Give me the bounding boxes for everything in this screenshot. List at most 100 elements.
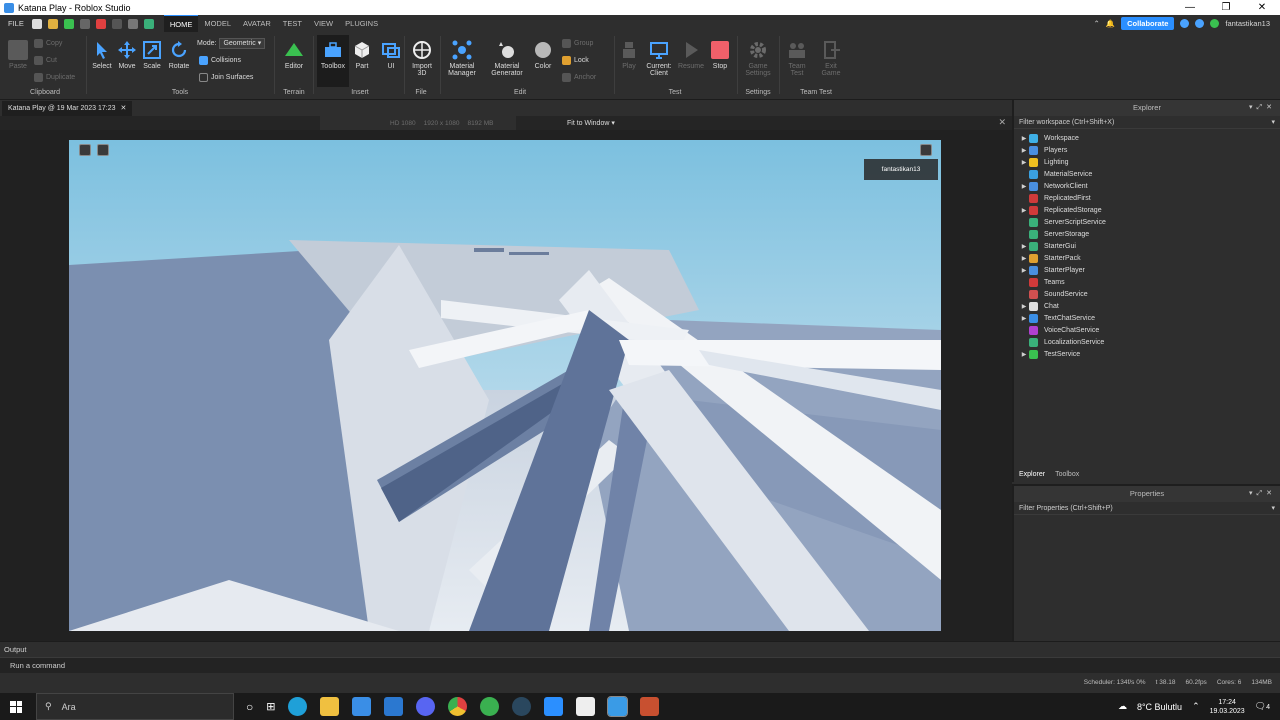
toolbox-button[interactable]: Toolbox [317,35,349,87]
rotate-button[interactable]: Rotate [167,40,191,70]
undo-icon[interactable] [111,18,122,29]
more-options-icon[interactable] [920,144,932,156]
clock[interactable]: 17:24 19.03.2023 [1210,698,1245,716]
properties-filter-input[interactable]: Filter Properties (Ctrl+Shift+P) ▾ [1014,502,1280,515]
tab-model[interactable]: MODEL [198,15,237,32]
explorer-item[interactable]: ▶ Chat [1014,300,1280,312]
explorer-item[interactable]: ReplicatedFirst [1014,192,1280,204]
explorer-item[interactable]: ▶ TextChatService [1014,312,1280,324]
terrain-icon[interactable] [143,18,154,29]
chevron-down-icon[interactable]: ▾ [1271,502,1275,515]
copy-button[interactable]: Copy [34,39,62,48]
anchor-button[interactable]: Anchor [562,73,596,82]
notifications-bell-icon[interactable]: 🔔 [1106,19,1115,28]
import-3d-button[interactable]: Import 3D [407,40,437,77]
weather-cloud-icon[interactable]: ☁ [1118,701,1127,712]
move-button[interactable]: Move [115,40,139,70]
chat-toggle-icon[interactable] [97,144,109,156]
explorer-item[interactable]: MaterialService [1014,168,1280,180]
tab-toolbox[interactable]: Toolbox [1050,467,1084,482]
tab-plugins[interactable]: PLUGINS [339,15,384,32]
terrain-editor-button[interactable]: Editor [280,40,308,70]
panel-controls[interactable]: ▾⤢✕ [1249,100,1276,116]
explorer-item[interactable]: ▶ ReplicatedStorage [1014,204,1280,216]
expand-arrow-icon[interactable]: ▶ [1019,255,1029,262]
chevron-down-icon[interactable]: ▾ [1271,116,1275,129]
tab-explorer[interactable]: Explorer [1014,467,1050,482]
current-client-button[interactable]: Current: Client [642,40,676,77]
ui-button[interactable]: UI [379,40,403,70]
redo-icon[interactable] [79,18,90,29]
publish-icon[interactable] [63,18,74,29]
cloud-icon[interactable] [1195,19,1205,28]
file-menu[interactable]: FILE [0,19,32,28]
game-viewport[interactable]: fantastikan13 [69,140,941,631]
expand-arrow-icon[interactable]: ▶ [1019,159,1029,166]
stop-button[interactable]: Stop [708,40,732,70]
explorer-item[interactable]: ServerScriptService [1014,216,1280,228]
expand-arrow-icon[interactable]: ▶ [1019,135,1029,142]
explorer-item[interactable]: ▶ StarterPack [1014,252,1280,264]
explorer-item[interactable]: ▶ StarterGui [1014,240,1280,252]
widgets-icon[interactable]: ⊞ [266,700,275,713]
username-label[interactable]: fantastikan13 [1225,19,1270,28]
mail-icon[interactable] [384,697,404,716]
cut-button[interactable]: Cut [34,56,57,65]
part-button[interactable]: Part [350,40,374,70]
explorer-filter-input[interactable]: Filter workspace (Ctrl+Shift+X) ▾ [1014,116,1280,129]
scale-button[interactable]: Scale [140,40,164,70]
group-button[interactable]: Group [562,39,593,48]
task-view-icon[interactable]: ○ [246,700,253,714]
capcut-icon[interactable] [576,697,596,716]
weather-label[interactable]: 8°C Bulutlu [1137,702,1182,712]
collaborate-button[interactable]: Collaborate [1121,17,1175,30]
exit-game-button[interactable]: Exit Game [818,40,844,77]
join-surfaces-toggle[interactable]: Join Surfaces [199,73,253,82]
output-panel-header[interactable]: Output [0,641,1280,657]
discord-icon[interactable] [416,697,436,716]
taskbar-search-input[interactable]: ⚲ Ara [36,693,234,720]
microsoft-store-icon[interactable] [352,697,372,716]
material-manager-button[interactable]: Material Manager [443,40,481,77]
info-icon[interactable] [1180,19,1190,28]
explorer-item[interactable]: ▶ NetworkClient [1014,180,1280,192]
mode-dropdown[interactable]: Geometric ▾ [219,38,266,49]
tab-test[interactable]: TEST [277,15,308,32]
tab-katana-play[interactable]: Katana Play @ 19 Mar 2023 17:23 ✕ [2,101,133,116]
close-viewport-icon[interactable]: ✕ [998,117,1006,128]
expand-arrow-icon[interactable]: ▶ [1019,303,1029,310]
fit-to-window-dropdown[interactable]: Fit to Window ▾ [567,119,615,127]
color-button[interactable]: Color [531,40,555,70]
explorer-item[interactable]: VoiceChatService [1014,324,1280,336]
tray-chevron-icon[interactable]: ⌃ [1192,701,1200,712]
xbox-icon[interactable] [480,697,500,716]
explorer-item[interactable]: ▶ Workspace [1014,132,1280,144]
panel-controls[interactable]: ▾⤢✕ [1249,486,1276,502]
command-bar-input[interactable]: Run a command [0,657,1280,673]
explorer-item[interactable]: ▶ Lighting [1014,156,1280,168]
roblox-studio-taskbar-icon[interactable] [607,696,629,717]
explorer-item[interactable]: ▶ StarterPlayer [1014,264,1280,276]
close-tab-icon[interactable]: ✕ [121,101,127,116]
expand-arrow-icon[interactable]: ▶ [1019,351,1029,358]
notification-center-icon[interactable]: 🗨4 [1255,701,1270,712]
explorer-item[interactable]: LocalizationService [1014,336,1280,348]
team-test-button[interactable]: Team Test [784,40,810,77]
lock-button[interactable]: Lock [562,56,589,65]
open-folder-icon[interactable] [47,18,58,29]
expand-arrow-icon[interactable]: ▶ [1019,183,1029,190]
explorer-item[interactable]: SoundService [1014,288,1280,300]
new-file-icon[interactable] [31,18,42,29]
collapse-ribbon-icon[interactable]: ⌃ [1093,19,1099,28]
tab-avatar[interactable]: AVATAR [237,15,277,32]
close-button[interactable]: ✕ [1244,2,1280,13]
minimize-button[interactable]: — [1172,2,1208,13]
edge-browser-icon[interactable] [288,697,308,716]
share-icon[interactable] [1210,19,1220,28]
game-settings-button[interactable]: Game Settings [742,40,774,77]
roblox-player-icon[interactable] [640,697,660,716]
expand-arrow-icon[interactable]: ▶ [1019,243,1029,250]
explorer-item[interactable]: ▶ Players [1014,144,1280,156]
play-button[interactable]: Play [618,40,640,70]
material-generator-button[interactable]: Material Generator [487,40,527,77]
